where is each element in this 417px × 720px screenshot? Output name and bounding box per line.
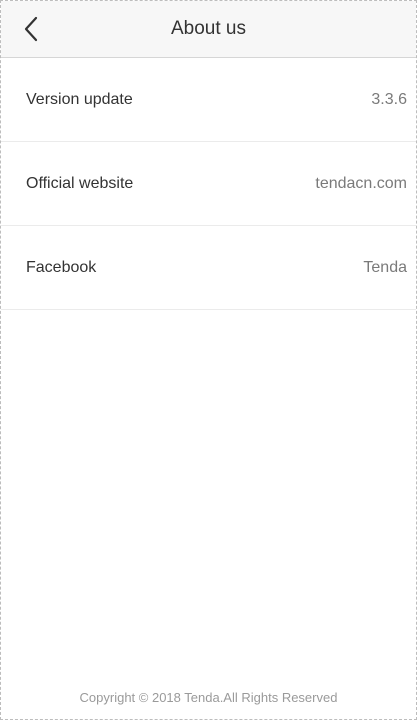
official-website-link[interactable]: tendacn.com [315, 142, 407, 226]
about-list: Version update 3.3.6 Official website te… [1, 58, 416, 310]
screen: About us Version update 3.3.6 Official w… [0, 0, 417, 720]
page-title: About us [171, 18, 246, 39]
back-button[interactable] [17, 15, 45, 43]
version-update-row[interactable]: Version update 3.3.6 [1, 58, 416, 142]
navigation-bar: About us [1, 1, 416, 58]
version-number: 3.3.6 [371, 91, 407, 108]
chevron-left-icon [24, 16, 38, 42]
version-update-label: Version update [26, 91, 133, 108]
facebook-link[interactable]: Tenda [363, 226, 407, 310]
official-website-label: Official website [26, 175, 134, 192]
official-website-row[interactable]: Official website tendacn.com [1, 142, 416, 226]
facebook-label: Facebook [26, 259, 97, 276]
copyright-text: Copyright © 2018 Tenda.All Rights Reserv… [79, 690, 338, 705]
facebook-row[interactable]: Facebook Tenda [1, 226, 416, 310]
